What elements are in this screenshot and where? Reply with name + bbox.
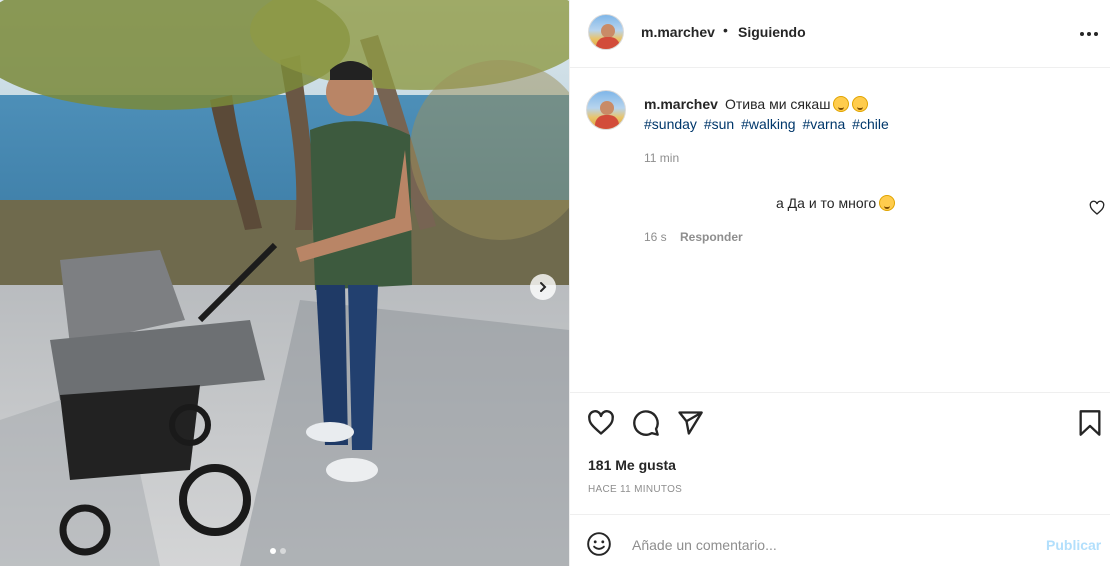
post-timestamp[interactable]: HACE 11 MINUTOS xyxy=(588,484,682,495)
hashtag-link[interactable]: #varna xyxy=(802,116,845,132)
caption-hashtags: #sunday #sun #walking #varna #chile xyxy=(644,116,892,132)
reply-timestamp[interactable]: 16 s xyxy=(644,230,667,244)
carousel-dots xyxy=(270,548,286,554)
caption-text: Отива ми сякаш xyxy=(725,96,869,112)
more-options-icon[interactable] xyxy=(1078,24,1100,44)
smiley-icon[interactable] xyxy=(586,531,612,557)
publish-button[interactable]: Publicar xyxy=(1046,537,1101,553)
heart-icon[interactable] xyxy=(587,409,615,437)
smiling-face-icon xyxy=(833,96,850,112)
smiling-face-icon xyxy=(879,195,896,211)
avatar[interactable] xyxy=(586,90,626,130)
carousel-dot xyxy=(280,548,286,554)
comment-heart-icon[interactable] xyxy=(1089,200,1105,216)
paper-plane-icon[interactable] xyxy=(676,409,704,437)
post-panel: m.marchev • Siguiendo m.marchev Отива ми… xyxy=(569,0,1110,566)
hashtag-link[interactable]: #walking xyxy=(741,116,795,132)
post-actions: 181 Me gusta HACE 11 MINUTOS xyxy=(570,392,1110,514)
bookmark-icon[interactable] xyxy=(1076,409,1104,437)
yum-face-icon xyxy=(852,96,869,112)
chevron-right-icon xyxy=(540,282,547,292)
following-button[interactable]: Siguiendo xyxy=(738,24,806,40)
carousel-dot xyxy=(270,548,276,554)
comment-bubble-icon[interactable] xyxy=(632,409,660,437)
hashtag-link[interactable]: #sun xyxy=(704,116,734,132)
reply-button[interactable]: Responder xyxy=(680,230,743,244)
reply-comment-text: а Да и то много xyxy=(776,195,896,211)
hashtag-link[interactable]: #sunday xyxy=(644,116,697,132)
carousel-next-button[interactable] xyxy=(530,274,556,300)
likes-count[interactable]: 181 Me gusta xyxy=(588,457,676,473)
caption-username[interactable]: m.marchev xyxy=(644,96,718,112)
post-photo[interactable] xyxy=(0,0,569,566)
caption-timestamp[interactable]: 11 min xyxy=(644,151,679,165)
comment-composer: Publicar xyxy=(570,514,1110,566)
avatar[interactable] xyxy=(588,14,624,50)
header-username[interactable]: m.marchev xyxy=(641,24,715,40)
comments-list: m.marchev Отива ми сякаш #sunday #sun #w… xyxy=(570,69,1110,392)
photo-scene xyxy=(0,0,569,566)
hashtag-link[interactable]: #chile xyxy=(852,116,889,132)
post-header: m.marchev • Siguiendo xyxy=(570,0,1110,68)
comment-input[interactable] xyxy=(632,529,1032,561)
header-separator: • xyxy=(723,22,728,38)
